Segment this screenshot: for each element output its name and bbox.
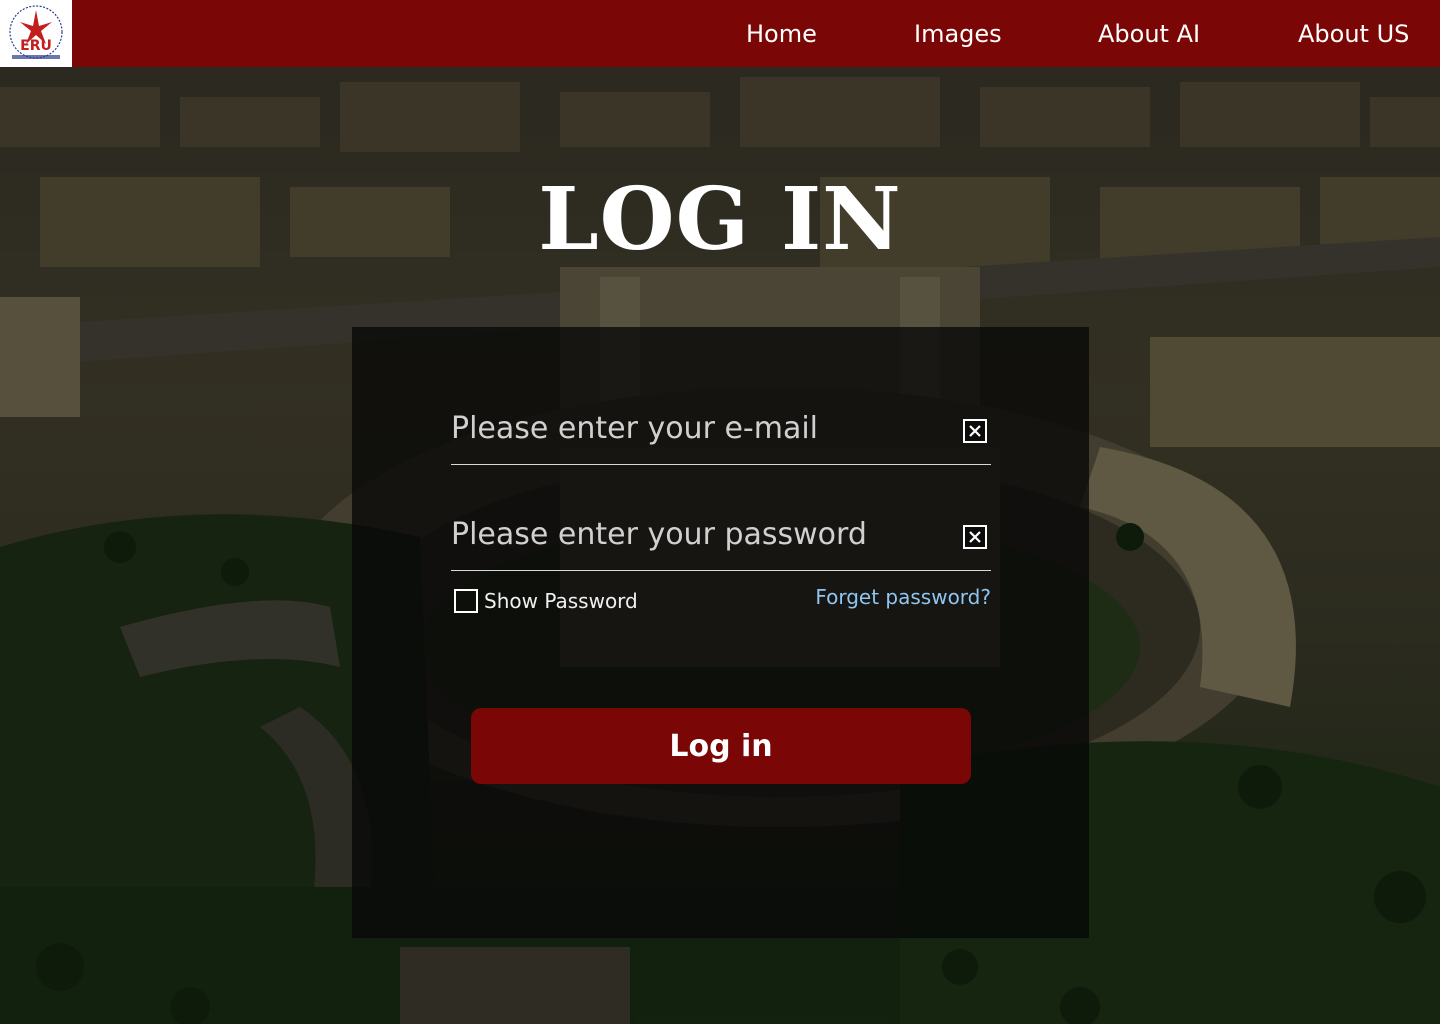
close-box-icon [969,531,981,543]
logo-text: ERU [20,38,52,54]
nav-images-link[interactable]: Images [914,18,1002,50]
login-page: ERU Home Images About AI About US LOG IN [0,0,1440,1024]
page-title: LOG IN [538,169,902,270]
nav-about-us-link[interactable]: About US [1298,18,1409,50]
login-submit-button[interactable]: Log in [471,708,971,784]
show-password-toggle[interactable]: Show Password [454,588,638,614]
password-input[interactable] [451,511,941,557]
close-box-icon [969,425,981,437]
eru-star-logo-icon: ERU [9,5,63,59]
password-field-wrapper [451,511,991,571]
nav-home-link[interactable]: Home [746,18,817,50]
forget-password-link[interactable]: Forget password? [815,585,991,609]
top-navbar: ERU Home Images About AI About US [0,0,1440,67]
email-field-wrapper [451,405,991,465]
email-clear-button[interactable] [963,419,987,443]
nav-about-ai-link[interactable]: About AI [1098,18,1200,50]
login-form-panel: Show Password Forget password? Log in [352,327,1089,938]
checkbox-icon[interactable] [454,589,478,613]
password-clear-button[interactable] [963,525,987,549]
email-input[interactable] [451,405,941,451]
university-logo[interactable]: ERU [0,0,72,67]
show-password-label: Show Password [484,589,638,613]
